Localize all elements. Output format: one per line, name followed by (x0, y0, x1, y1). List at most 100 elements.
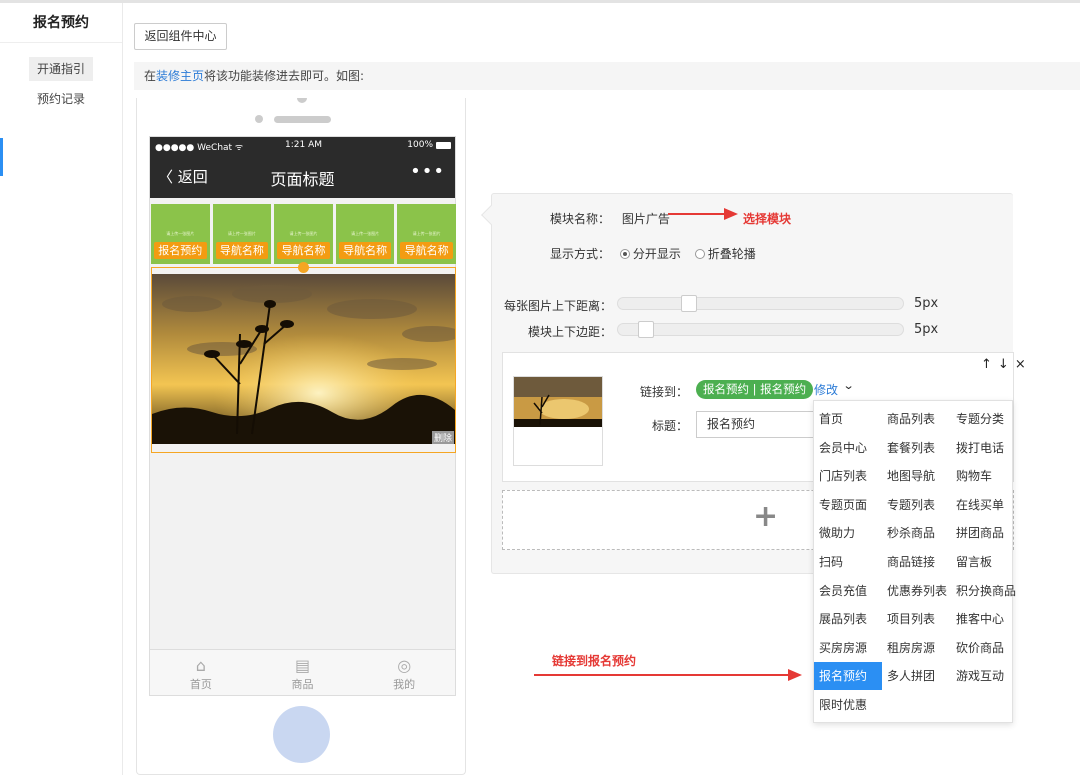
nav-item[interactable]: 请上传一张图片导航名称 (397, 204, 456, 264)
phone-sensor (255, 115, 263, 123)
title-label: 标题： (652, 419, 689, 433)
display-option-split[interactable]: 分开显示 (619, 247, 681, 261)
dropdown-item[interactable]: 多人拼团 (882, 662, 950, 690)
dropdown-item[interactable]: 地图导航 (882, 462, 950, 490)
dropdown-item[interactable]: 首页 (814, 405, 882, 433)
dropdown-item[interactable]: 积分换商品 (951, 577, 1019, 605)
panel-pointer (481, 205, 501, 225)
phone-screen: ●●●●● WeChat ᯤ 1:21 AM 100% 〈 返回 页面标题 ••… (149, 136, 456, 696)
dropdown-item[interactable]: 套餐列表 (882, 434, 950, 462)
tab-mine[interactable]: ◎ 我的 (353, 650, 455, 695)
annotation-arrow-module (668, 208, 738, 220)
dropdown-item[interactable]: 商品列表 (882, 405, 950, 433)
dropdown-item[interactable]: 游戏互动 (951, 662, 1019, 690)
dropdown-item[interactable]: 专题页面 (814, 491, 882, 519)
nav-item-placeholder: 请上传一张图片 (412, 231, 441, 236)
title-input[interactable]: 报名预约 (696, 411, 826, 438)
move-down-icon[interactable]: ↓ (998, 357, 1015, 372)
dropdown-item[interactable]: 展品列表 (814, 605, 882, 633)
link-value-pill: 报名预约 | 报名预约 (696, 380, 814, 399)
hint-link[interactable]: 装修主页 (156, 69, 204, 83)
sidebar-title: 报名预约 (0, 3, 122, 43)
top-border (0, 0, 1080, 3)
ad-module-selection (151, 262, 456, 453)
nav-item-placeholder: 请上传一张图片 (166, 231, 195, 236)
more-icon[interactable]: ••• (410, 161, 445, 182)
spacing-slider[interactable] (617, 295, 904, 312)
dropdown-item[interactable]: 拨打电话 (951, 434, 1019, 462)
nav-module[interactable]: 请上传一张图片报名预约 请上传一张图片导航名称 请上传一张图片导航名称 请上传一… (151, 204, 456, 264)
nav-item[interactable]: 请上传一张图片报名预约 (151, 204, 210, 264)
tab-mine-label: 我的 (393, 678, 416, 691)
tab-products[interactable]: ▤ 商品 (252, 650, 354, 695)
dropdown-item[interactable]: 优惠券列表 (882, 577, 950, 605)
module-name-value: 图片广告 (621, 212, 670, 226)
spacing-slider-thumb[interactable] (681, 295, 697, 312)
display-mode-label: 显示方式： (550, 247, 611, 261)
dropdown-item[interactable]: 门店列表 (814, 462, 882, 490)
dropdown-item[interactable]: 推客中心 (951, 605, 1019, 633)
nav-item[interactable]: 请上传一张图片导航名称 (274, 204, 333, 264)
home-icon: ⌂ (195, 656, 206, 675)
nav-item[interactable]: 请上传一张图片 导航名称 (212, 204, 272, 264)
dropdown-item[interactable]: 留言板 (951, 548, 1019, 576)
display-option-split-label: 分开显示 (632, 247, 681, 261)
status-bar: ●●●●● WeChat ᯤ 1:21 AM 100% (150, 137, 455, 155)
drag-handle[interactable] (298, 262, 309, 273)
dropdown-item[interactable]: 专题列表 (882, 491, 950, 519)
margin-slider[interactable] (617, 321, 904, 338)
dropdown-item[interactable]: 租房房源 (882, 634, 950, 662)
hint-bar: 在装修主页将该功能装修进去即可。如图: (134, 62, 1080, 90)
nav-item-placeholder: 请上传一张图片 (351, 231, 380, 236)
link-label: 链接到： (640, 385, 689, 399)
edit-link[interactable]: 修改 (814, 381, 838, 398)
dropdown-item[interactable]: 拼团商品 (951, 519, 1019, 547)
dropdown-item[interactable]: 限时优惠 (814, 691, 882, 719)
dropdown-item[interactable]: 会员充值 (814, 577, 882, 605)
status-battery: 100% (407, 140, 433, 150)
nav-item-label: 导航名称 (215, 242, 269, 259)
dropdown-item[interactable]: 扫码 (814, 548, 882, 576)
dropdown-item[interactable]: 购物车 (951, 462, 1019, 490)
back-to-component-center-button[interactable]: 返回组件中心 (134, 23, 227, 50)
dropdown-item[interactable]: 项目列表 (882, 605, 950, 633)
close-icon[interactable]: × (1015, 357, 1032, 372)
nav-item[interactable]: 请上传一张图片导航名称 (335, 204, 395, 264)
sidebar-item-guide[interactable]: 开通指引 (29, 57, 93, 81)
spacing-label: 每张图片上下距离： (504, 299, 613, 313)
sidebar: 报名预约 开通指引 预约记录 (0, 3, 123, 775)
display-option-carousel[interactable]: 折叠轮播 (694, 247, 756, 261)
nav-item-placeholder: 请上传一张图片 (289, 231, 318, 236)
move-up-icon[interactable]: ↑ (981, 357, 998, 372)
nav-item-label: 导航名称 (400, 242, 453, 259)
dropdown-item[interactable]: 砍价商品 (951, 634, 1019, 662)
sort-icons: ↑↓× (981, 357, 1032, 372)
ad-item-thumbnail[interactable] (513, 376, 603, 466)
dropdown-item[interactable]: 微助力 (814, 519, 882, 547)
nav-item-label: 报名预约 (154, 242, 207, 259)
chevron-down-icon[interactable]: ⌄ (843, 379, 855, 392)
nav-item-label: 导航名称 (338, 242, 392, 259)
phone-nav-bar: 〈 返回 页面标题 ••• (150, 155, 455, 198)
dropdown-item[interactable]: 商品链接 (882, 548, 950, 576)
dropdown-item[interactable]: 会员中心 (814, 434, 882, 462)
dropdown-item[interactable]: 在线买单 (951, 491, 1019, 519)
user-icon: ◎ (397, 656, 412, 675)
sidebar-item-records[interactable]: 预约记录 (29, 87, 93, 111)
margin-label: 模块上下边距： (528, 325, 613, 339)
module-name-label: 模块名称： (550, 212, 611, 226)
nav-item-label: 导航名称 (277, 242, 330, 259)
display-mode-row: 显示方式： 分开显示 折叠轮播 (550, 245, 756, 262)
margin-slider-thumb[interactable] (638, 321, 654, 338)
thumbnail-image (514, 377, 602, 427)
sidebar-active-indicator (0, 138, 3, 176)
tab-home[interactable]: ⌂ 首页 (150, 650, 252, 695)
dropdown-item[interactable]: 专题分类 (951, 405, 1019, 433)
dropdown-item[interactable]: 买房房源 (814, 634, 882, 662)
phone-home-button (273, 706, 330, 763)
dropdown-item[interactable]: 报名预约 (814, 662, 882, 691)
dropdown-item[interactable]: 秒杀商品 (882, 519, 950, 547)
phone-tab-bar: ⌂ 首页 ▤ 商品 ◎ 我的 (150, 649, 455, 695)
hint-suffix: 将该功能装修进去即可。如图: (204, 69, 365, 83)
status-time: 1:21 AM (285, 140, 322, 150)
